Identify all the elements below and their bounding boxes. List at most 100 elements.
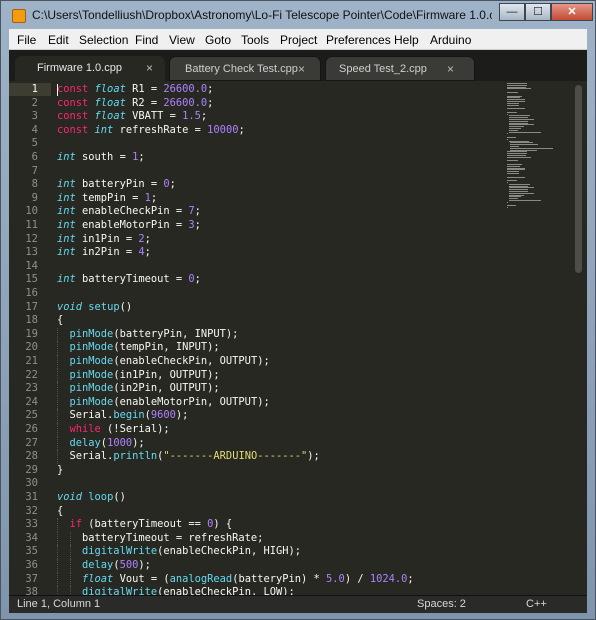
code-token: int	[94, 123, 114, 136]
menu-goto[interactable]: Goto	[205, 33, 231, 47]
maximize-button[interactable]: ☐	[525, 3, 551, 21]
code-line[interactable]: const float R2 = 26600.0;	[57, 97, 213, 111]
line-number: 27	[25, 436, 38, 449]
code-line[interactable]: const float VBATT = 1.5;	[57, 110, 207, 124]
code-line[interactable]: pinMode(in2Pin, OUTPUT);	[57, 382, 220, 396]
syntax-selector[interactable]: C++	[526, 598, 547, 610]
tab-close-icon[interactable]: ×	[146, 61, 153, 75]
line-number: 8	[31, 178, 38, 191]
indent-guide	[69, 545, 71, 559]
indent-guide	[57, 545, 58, 559]
tab-battery-check[interactable]: Battery Check Test.cpp ×	[169, 56, 321, 81]
code-line[interactable]: batteryTimeout = refreshRate;	[57, 532, 263, 546]
menu-arduino[interactable]: Arduino	[430, 33, 471, 47]
text-cursor	[57, 84, 58, 96]
line-number: 2	[31, 96, 38, 109]
minimap-line	[507, 88, 531, 90]
menu-preferences[interactable]: Preferences	[326, 33, 391, 47]
menu-project[interactable]: Project	[280, 33, 317, 47]
minimap-line	[507, 137, 516, 138]
code-token: loop	[88, 491, 114, 503]
code-token: float	[82, 572, 114, 585]
code-token: void	[57, 300, 83, 313]
code-line[interactable]: float Vout = (analogRead(batteryPin) * 5…	[57, 573, 414, 587]
menu-view[interactable]: View	[169, 33, 195, 47]
tab-close-icon[interactable]: ×	[298, 62, 305, 76]
menu-help[interactable]: Help	[394, 33, 419, 47]
code-token: 9600	[150, 409, 176, 422]
code-token: Vout = (	[113, 572, 170, 585]
line-number: 30	[25, 477, 38, 490]
code-line[interactable]: delay(500);	[57, 559, 151, 573]
minimap-line	[508, 200, 541, 201]
code-line[interactable]: }	[57, 464, 63, 478]
code-line[interactable]: if (batteryTimeout == 0) {	[57, 518, 233, 532]
code-line[interactable]: int south = 1;	[57, 151, 145, 165]
tab-label: Speed Test_2.cpp	[339, 63, 427, 75]
tab-firmware[interactable]: Firmware 1.0.cpp ×	[15, 56, 165, 81]
code-line[interactable]: pinMode(enableCheckPin, OUTPUT);	[57, 355, 270, 369]
menu-selection[interactable]: Selection	[79, 33, 128, 47]
close-button[interactable]: ✕	[551, 3, 593, 21]
menu-find[interactable]: Find	[135, 33, 158, 47]
code-token: ;	[194, 273, 201, 286]
code-token: digitalWrite	[82, 545, 158, 558]
minimize-button[interactable]: —	[499, 3, 525, 21]
title-bar[interactable]: C:\Users\Tondelliush\Dropbox\Astronomy\L…	[1, 1, 596, 31]
code-token: pinMode	[69, 341, 114, 354]
menu-edit[interactable]: Edit	[48, 33, 69, 47]
code-token: 1000	[107, 436, 133, 449]
indent-guide	[57, 423, 58, 437]
code-line[interactable]: pinMode(in1Pin, OUTPUT);	[57, 369, 220, 383]
code-line[interactable]: Serial.begin(9600);	[57, 409, 189, 423]
code-token: R2 =	[125, 96, 164, 109]
indentation-setting[interactable]: Spaces: 2	[417, 598, 466, 610]
menu-file[interactable]: File	[17, 33, 36, 47]
code-line[interactable]: digitalWrite(enableCheckPin, HIGH);	[57, 545, 301, 559]
code-line[interactable]: {	[57, 505, 63, 519]
line-number: 10	[25, 205, 38, 218]
code-line[interactable]: pinMode(tempPin, INPUT);	[57, 341, 220, 355]
code-token: const	[57, 123, 89, 136]
code-line[interactable]: int batteryPin = 0;	[57, 178, 176, 192]
code-token: println	[113, 450, 158, 463]
indent-guide	[57, 382, 58, 396]
line-number: 31	[25, 491, 38, 503]
code-token: (tempPin, INPUT);	[113, 341, 220, 354]
code-line[interactable]: Serial.println("-------ARDUINO-------");	[57, 450, 320, 464]
tab-close-icon[interactable]: ×	[447, 62, 454, 76]
code-line[interactable]: pinMode(batteryPin, INPUT);	[57, 328, 239, 342]
menu-tools[interactable]: Tools	[241, 33, 269, 47]
code-line[interactable]: int tempPin = 1;	[57, 192, 157, 206]
line-number: 15	[25, 273, 38, 286]
code-token: while	[69, 423, 101, 435]
code-line[interactable]: int batteryTimeout = 0;	[57, 273, 201, 287]
line-number: 33	[25, 518, 38, 531]
minimap-line	[507, 201, 508, 203]
code-line[interactable]: int enableCheckPin = 7;	[57, 205, 201, 219]
code-line[interactable]: void loop()	[57, 491, 126, 505]
code-token: ;	[194, 205, 201, 218]
code-line[interactable]: int enableMotorPin = 3;	[57, 219, 201, 233]
code-line[interactable]: pinMode(enableMotorPin, OUTPUT);	[57, 396, 270, 410]
code-line[interactable]: void setup()	[57, 301, 132, 315]
code-line[interactable]: digitalWrite(enableCheckPin, LOW);	[57, 586, 295, 595]
code-token: in2Pin =	[75, 246, 139, 259]
code-line[interactable]: int in1Pin = 2;	[57, 233, 151, 247]
tab-speed-test[interactable]: Speed Test_2.cpp ×	[325, 56, 475, 81]
code-line[interactable]: delay(1000);	[57, 437, 145, 451]
scrollbar-thumb[interactable]	[575, 85, 582, 273]
minimap[interactable]	[507, 83, 573, 213]
code-token: south =	[75, 151, 133, 163]
code-line[interactable]: {	[57, 314, 63, 328]
code-line[interactable]: const float R1 = 26600.0;	[57, 83, 213, 97]
code-editor[interactable]: 1 2 3 4 5 6 7 8 9 10 11 12 13 14 15 16 17 18 19 20 21 22 23 24 2…	[9, 81, 587, 595]
code-line[interactable]: while (!Serial);	[57, 423, 170, 437]
code-token: ;	[144, 246, 151, 259]
code-token: ;	[407, 572, 414, 585]
minimap-line	[507, 207, 508, 209]
code-line[interactable]: const int refreshRate = 10000;	[57, 124, 245, 138]
code-line[interactable]: int in2Pin = 4;	[57, 246, 151, 260]
minimap-line	[507, 173, 519, 174]
